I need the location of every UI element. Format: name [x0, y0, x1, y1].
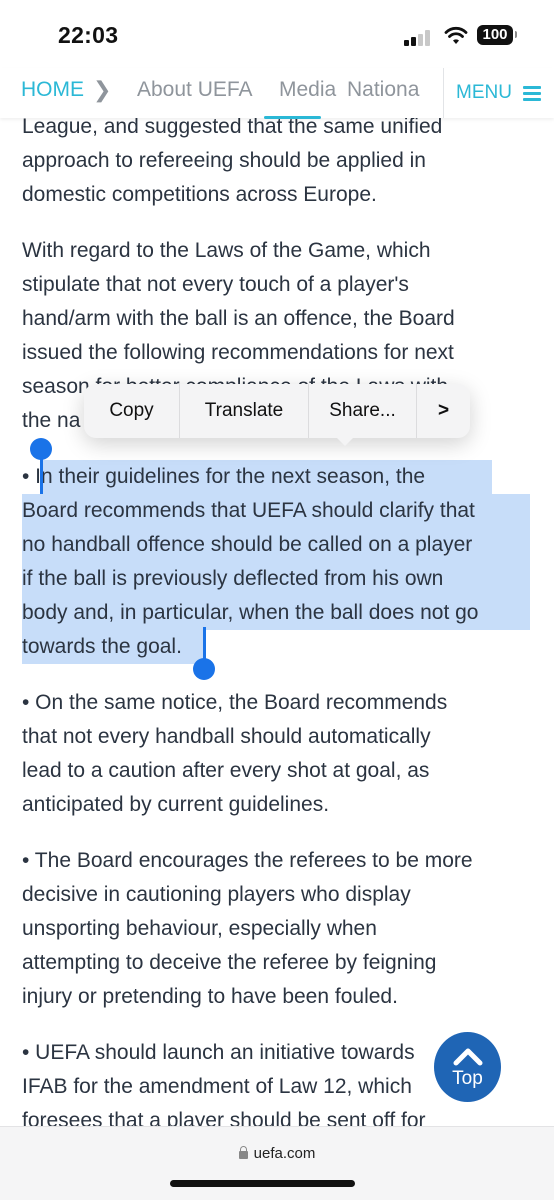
nav-item-national[interactable]: Nationa — [347, 78, 442, 102]
text-line: anticipated by current guidelines. — [22, 793, 330, 816]
status-time: 22:03 — [58, 22, 119, 48]
chevron-up-icon — [453, 1048, 483, 1066]
article-paragraph: • The Board encourages the referees to b… — [22, 844, 542, 1014]
browser-address-bar[interactable]: uefa.com — [0, 1126, 554, 1200]
breadcrumb-chevron-icon: ❯ — [93, 77, 112, 102]
status-bar: 22:03 100 — [0, 0, 554, 68]
article-paragraph: • On the same notice, the Board recommen… — [22, 686, 542, 822]
translate-button[interactable]: Translate — [180, 384, 308, 438]
lock-icon — [238, 1146, 248, 1159]
text-line: towards the goal. — [22, 635, 182, 658]
text-line: unsporting behaviour, especially when — [22, 917, 377, 940]
url-display[interactable]: uefa.com — [0, 1145, 554, 1162]
cellular-signal-icon — [404, 30, 434, 46]
url-text: uefa.com — [253, 1145, 316, 1162]
hamburger-menu-icon — [523, 86, 541, 101]
text-line: • On the same notice, the Board recommen… — [22, 691, 448, 714]
article-body: League, and suggested that the same unif… — [22, 110, 542, 1160]
nav-home-link[interactable]: HOME — [21, 78, 84, 102]
share-button[interactable]: Share... — [309, 384, 416, 438]
text-line: • In their guidelines for the next seaso… — [22, 465, 426, 488]
text-line: lead to a caution after every shot at go… — [22, 759, 430, 782]
home-indicator[interactable] — [170, 1180, 355, 1187]
nav-divider — [443, 68, 444, 118]
article-paragraph-selected[interactable]: • In their guidelines for the next seaso… — [22, 460, 542, 664]
back-to-top-label: Top — [452, 1068, 483, 1089]
wifi-icon — [444, 26, 468, 44]
text-line: that not every handball should automatic… — [22, 725, 431, 748]
menu-button[interactable]: MENU — [450, 68, 554, 118]
article-paragraph: League, and suggested that the same unif… — [22, 110, 542, 212]
back-to-top-button[interactable]: Top — [434, 1032, 501, 1102]
site-nav-bar: HOME ❯ About UEFA Media Nationa MENU — [0, 68, 554, 119]
copy-button[interactable]: Copy — [84, 384, 179, 438]
text-line: Board recommends that UEFA should clarif… — [22, 499, 475, 522]
text-line: stipulate that not every touch of a play… — [22, 273, 409, 296]
text-line: approach to refereeing should be applied… — [22, 149, 426, 172]
text-selection-context-menu: Copy Translate Share... > — [84, 384, 470, 446]
text-line: domestic competitions across Europe. — [22, 183, 377, 206]
text-line: no handball offence should be called on … — [22, 533, 473, 556]
text-line: if the ball is previously deflected from… — [22, 567, 444, 590]
more-options-chevron-icon[interactable]: > — [417, 384, 470, 438]
active-tab-indicator — [264, 116, 321, 119]
selection-end-caret — [203, 627, 206, 662]
menu-label: MENU — [456, 82, 512, 103]
nav-item-media[interactable]: Media — [279, 78, 336, 102]
text-line: injury or pretending to have been fouled… — [22, 985, 398, 1008]
text-line: attempting to deceive the referee by fei… — [22, 951, 437, 974]
battery-indicator: 100 — [477, 25, 517, 45]
text-line: body and, in particular, when the ball d… — [22, 601, 479, 624]
text-line: hand/arm with the ball is an offence, th… — [22, 307, 455, 330]
nav-item-about-uefa[interactable]: About UEFA — [137, 78, 253, 102]
text-line: With regard to the Laws of the Game, whi… — [22, 239, 431, 262]
selection-end-handle[interactable] — [193, 658, 215, 680]
text-line: • The Board encourages the referees to b… — [22, 849, 473, 872]
text-line: issued the following recommendations for… — [22, 341, 454, 364]
text-line: decisive in cautioning players who displ… — [22, 883, 411, 906]
selection-start-caret — [40, 450, 43, 494]
